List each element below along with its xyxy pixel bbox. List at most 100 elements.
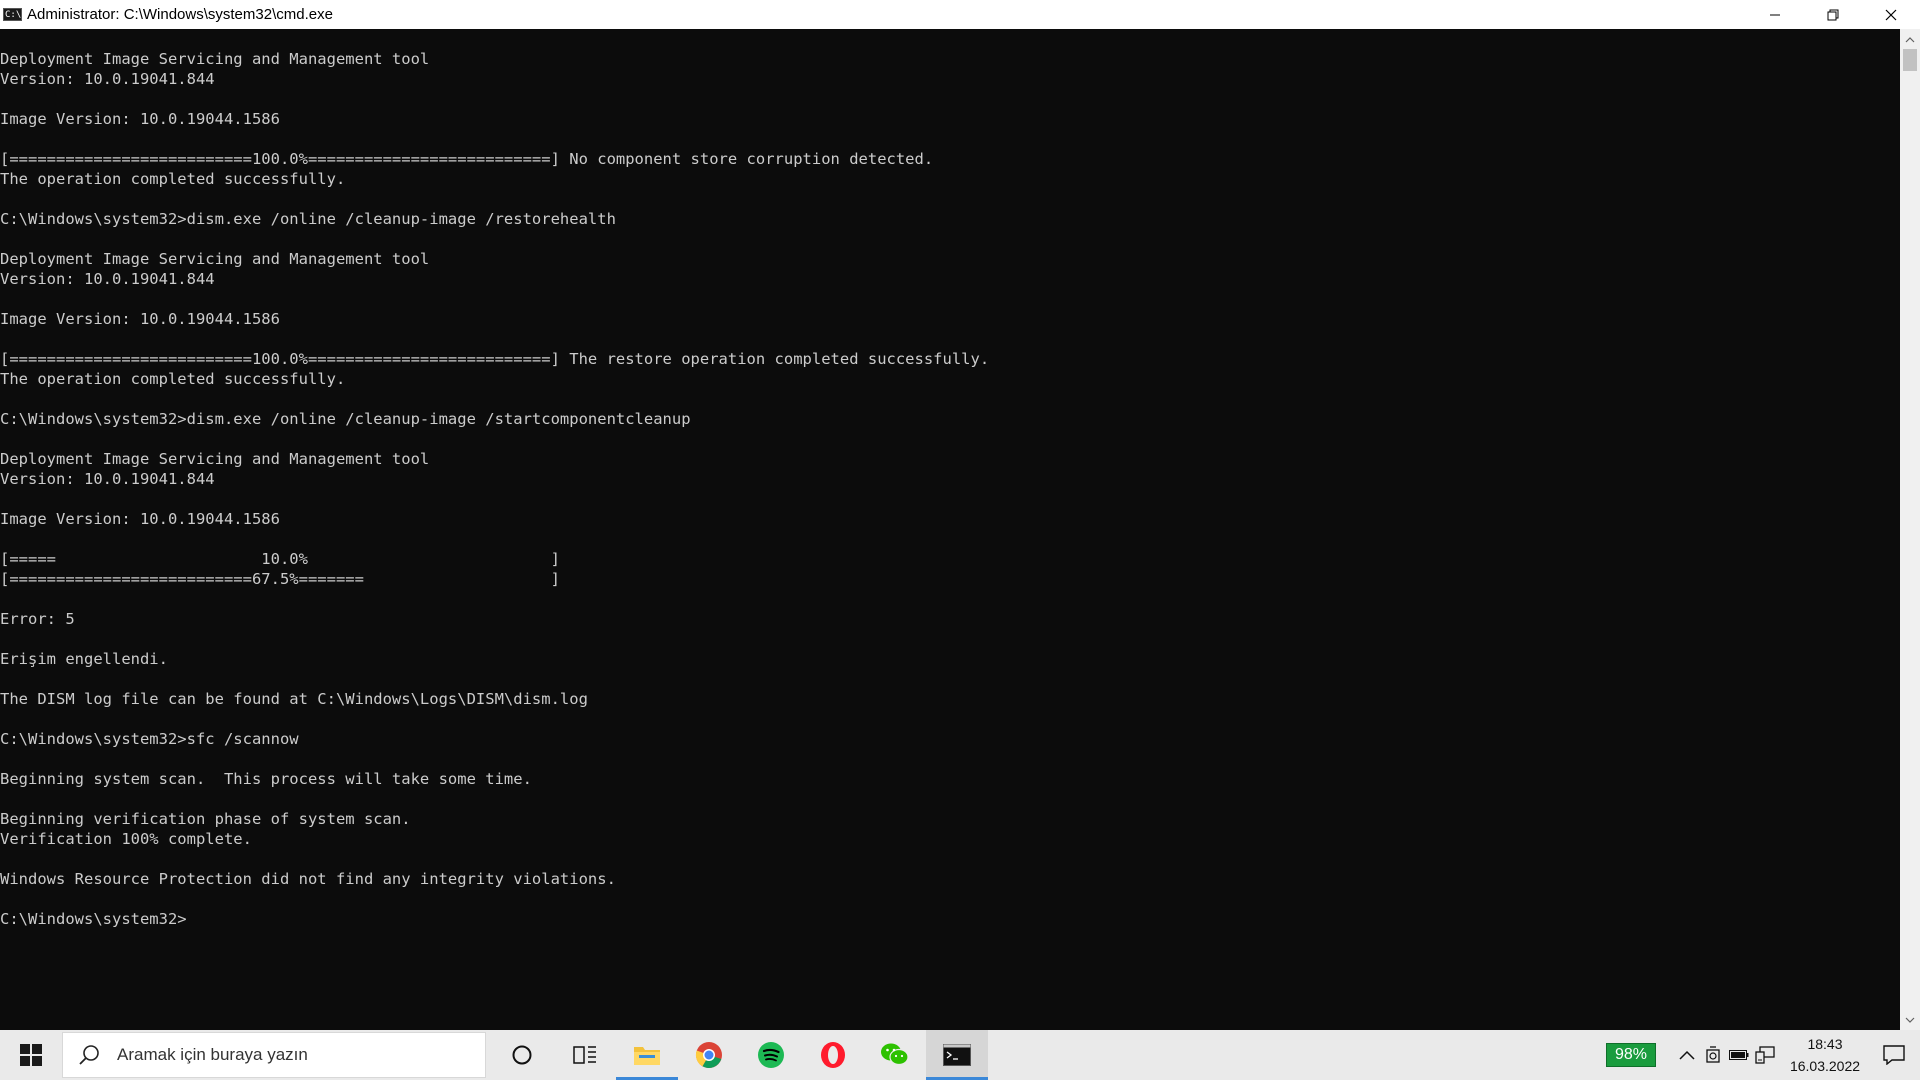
scroll-up-arrow[interactable] bbox=[1900, 31, 1920, 48]
console-line: Version: 10.0.19041.844 bbox=[0, 70, 215, 88]
console-line: The operation completed successfully. bbox=[0, 170, 346, 188]
restore-icon bbox=[1827, 9, 1839, 20]
console-line: Windows Resource Protection did not find… bbox=[0, 870, 616, 888]
opera-icon bbox=[821, 1042, 845, 1068]
taskbar: 98% 18:43 16. bbox=[0, 1030, 1920, 1080]
minimize-button[interactable] bbox=[1746, 0, 1804, 29]
console-line: Beginning verification phase of system s… bbox=[0, 810, 411, 828]
vertical-scrollbar[interactable] bbox=[1900, 29, 1920, 1030]
close-icon bbox=[1885, 9, 1897, 20]
console-line: C:\Windows\system32>dism.exe /online /cl… bbox=[0, 410, 691, 428]
console-line: The operation completed successfully. bbox=[0, 370, 346, 388]
search-icon bbox=[79, 1045, 99, 1065]
console-line: [==========================67.5%======= … bbox=[0, 570, 560, 588]
scroll-thumb[interactable] bbox=[1903, 49, 1917, 71]
wechat-icon bbox=[881, 1043, 909, 1066]
console-line: [==========================100.0%=======… bbox=[0, 150, 934, 168]
taskbar-clock[interactable]: 18:43 16.03.2022 bbox=[1782, 1033, 1868, 1077]
console-line: Deployment Image Servicing and Managemen… bbox=[0, 50, 430, 68]
network-icon bbox=[1755, 1046, 1775, 1064]
chrome-button[interactable] bbox=[678, 1030, 740, 1080]
window-title: Administrator: C:\Windows\system32\cmd.e… bbox=[27, 6, 333, 23]
wechat-button[interactable] bbox=[864, 1030, 926, 1080]
console-line: Version: 10.0.19041.844 bbox=[0, 470, 215, 488]
console-line: Version: 10.0.19041.844 bbox=[0, 270, 215, 288]
clock-time: 18:43 bbox=[1807, 1036, 1843, 1052]
search-input[interactable] bbox=[115, 1044, 449, 1066]
console-text: Deployment Image Servicing and Managemen… bbox=[0, 29, 1900, 929]
window-controls bbox=[1746, 0, 1920, 29]
scroll-down-arrow[interactable] bbox=[1900, 1011, 1920, 1028]
windows-logo-icon bbox=[20, 1044, 42, 1066]
circle-icon bbox=[512, 1045, 532, 1065]
chevron-up-icon bbox=[1679, 1050, 1695, 1060]
close-button[interactable] bbox=[1862, 0, 1920, 29]
notification-icon bbox=[1883, 1045, 1905, 1065]
device-icon bbox=[1706, 1046, 1720, 1063]
console-line: Image Version: 10.0.19044.1586 bbox=[0, 510, 280, 528]
console-line: Image Version: 10.0.19044.1586 bbox=[0, 110, 280, 128]
console-output[interactable]: Deployment Image Servicing and Managemen… bbox=[0, 29, 1900, 1030]
console-line: [==========================100.0%=======… bbox=[0, 350, 990, 368]
task-view-button[interactable] bbox=[554, 1030, 616, 1080]
cmd-window: C:\ Administrator: C:\Windows\system32\c… bbox=[0, 0, 1920, 1030]
cmd-app-icon[interactable]: C:\ bbox=[3, 8, 22, 21]
cortana-button[interactable] bbox=[490, 1030, 554, 1080]
console-line: Image Version: 10.0.19044.1586 bbox=[0, 310, 280, 328]
spotify-icon bbox=[758, 1042, 784, 1068]
system-tray: 98% 18:43 16.03.2022 bbox=[1605, 1030, 1920, 1080]
console-line: Deployment Image Servicing and Managemen… bbox=[0, 250, 430, 268]
console-line: Erişim engellendi. bbox=[0, 650, 168, 668]
cmd-button[interactable] bbox=[926, 1030, 988, 1080]
spotify-button[interactable] bbox=[740, 1030, 802, 1080]
title-bar[interactable]: C:\ Administrator: C:\Windows\system32\c… bbox=[0, 0, 1920, 29]
file-explorer-button[interactable] bbox=[616, 1030, 678, 1080]
tray-app-button[interactable] bbox=[1700, 1030, 1726, 1080]
console-line: Error: 5 bbox=[0, 610, 75, 628]
console-line: [===== 10.0% ] bbox=[0, 550, 560, 568]
chevron-up-icon bbox=[1905, 36, 1915, 42]
task-view-icon bbox=[573, 1046, 596, 1064]
minimize-icon bbox=[1770, 14, 1780, 15]
console-line: C:\Windows\system32> bbox=[0, 910, 187, 928]
show-hidden-icons-button[interactable] bbox=[1674, 1030, 1700, 1080]
battery-percentage-badge[interactable]: 98% bbox=[1605, 1043, 1656, 1067]
battery-icon bbox=[1729, 1050, 1749, 1060]
console-line: Deployment Image Servicing and Managemen… bbox=[0, 450, 430, 468]
console-line: Verification 100% complete. bbox=[0, 830, 252, 848]
opera-button[interactable] bbox=[802, 1030, 864, 1080]
clock-date: 16.03.2022 bbox=[1789, 1058, 1861, 1074]
console-line: The DISM log file can be found at C:\Win… bbox=[0, 690, 588, 708]
network-button[interactable] bbox=[1752, 1030, 1778, 1080]
console-line: C:\Windows\system32>sfc /scannow bbox=[0, 730, 299, 748]
console-line: C:\Windows\system32>dism.exe /online /cl… bbox=[0, 210, 616, 228]
restore-button[interactable] bbox=[1804, 0, 1862, 29]
taskbar-search[interactable] bbox=[62, 1032, 486, 1078]
action-center-button[interactable] bbox=[1868, 1030, 1920, 1080]
console-line: Beginning system scan. This process will… bbox=[0, 770, 532, 788]
chrome-icon bbox=[695, 1042, 722, 1069]
battery-button[interactable] bbox=[1726, 1030, 1752, 1080]
start-button[interactable] bbox=[0, 1030, 62, 1080]
folder-icon bbox=[634, 1047, 660, 1065]
terminal-icon bbox=[943, 1044, 971, 1066]
chevron-down-icon bbox=[1905, 1017, 1915, 1023]
